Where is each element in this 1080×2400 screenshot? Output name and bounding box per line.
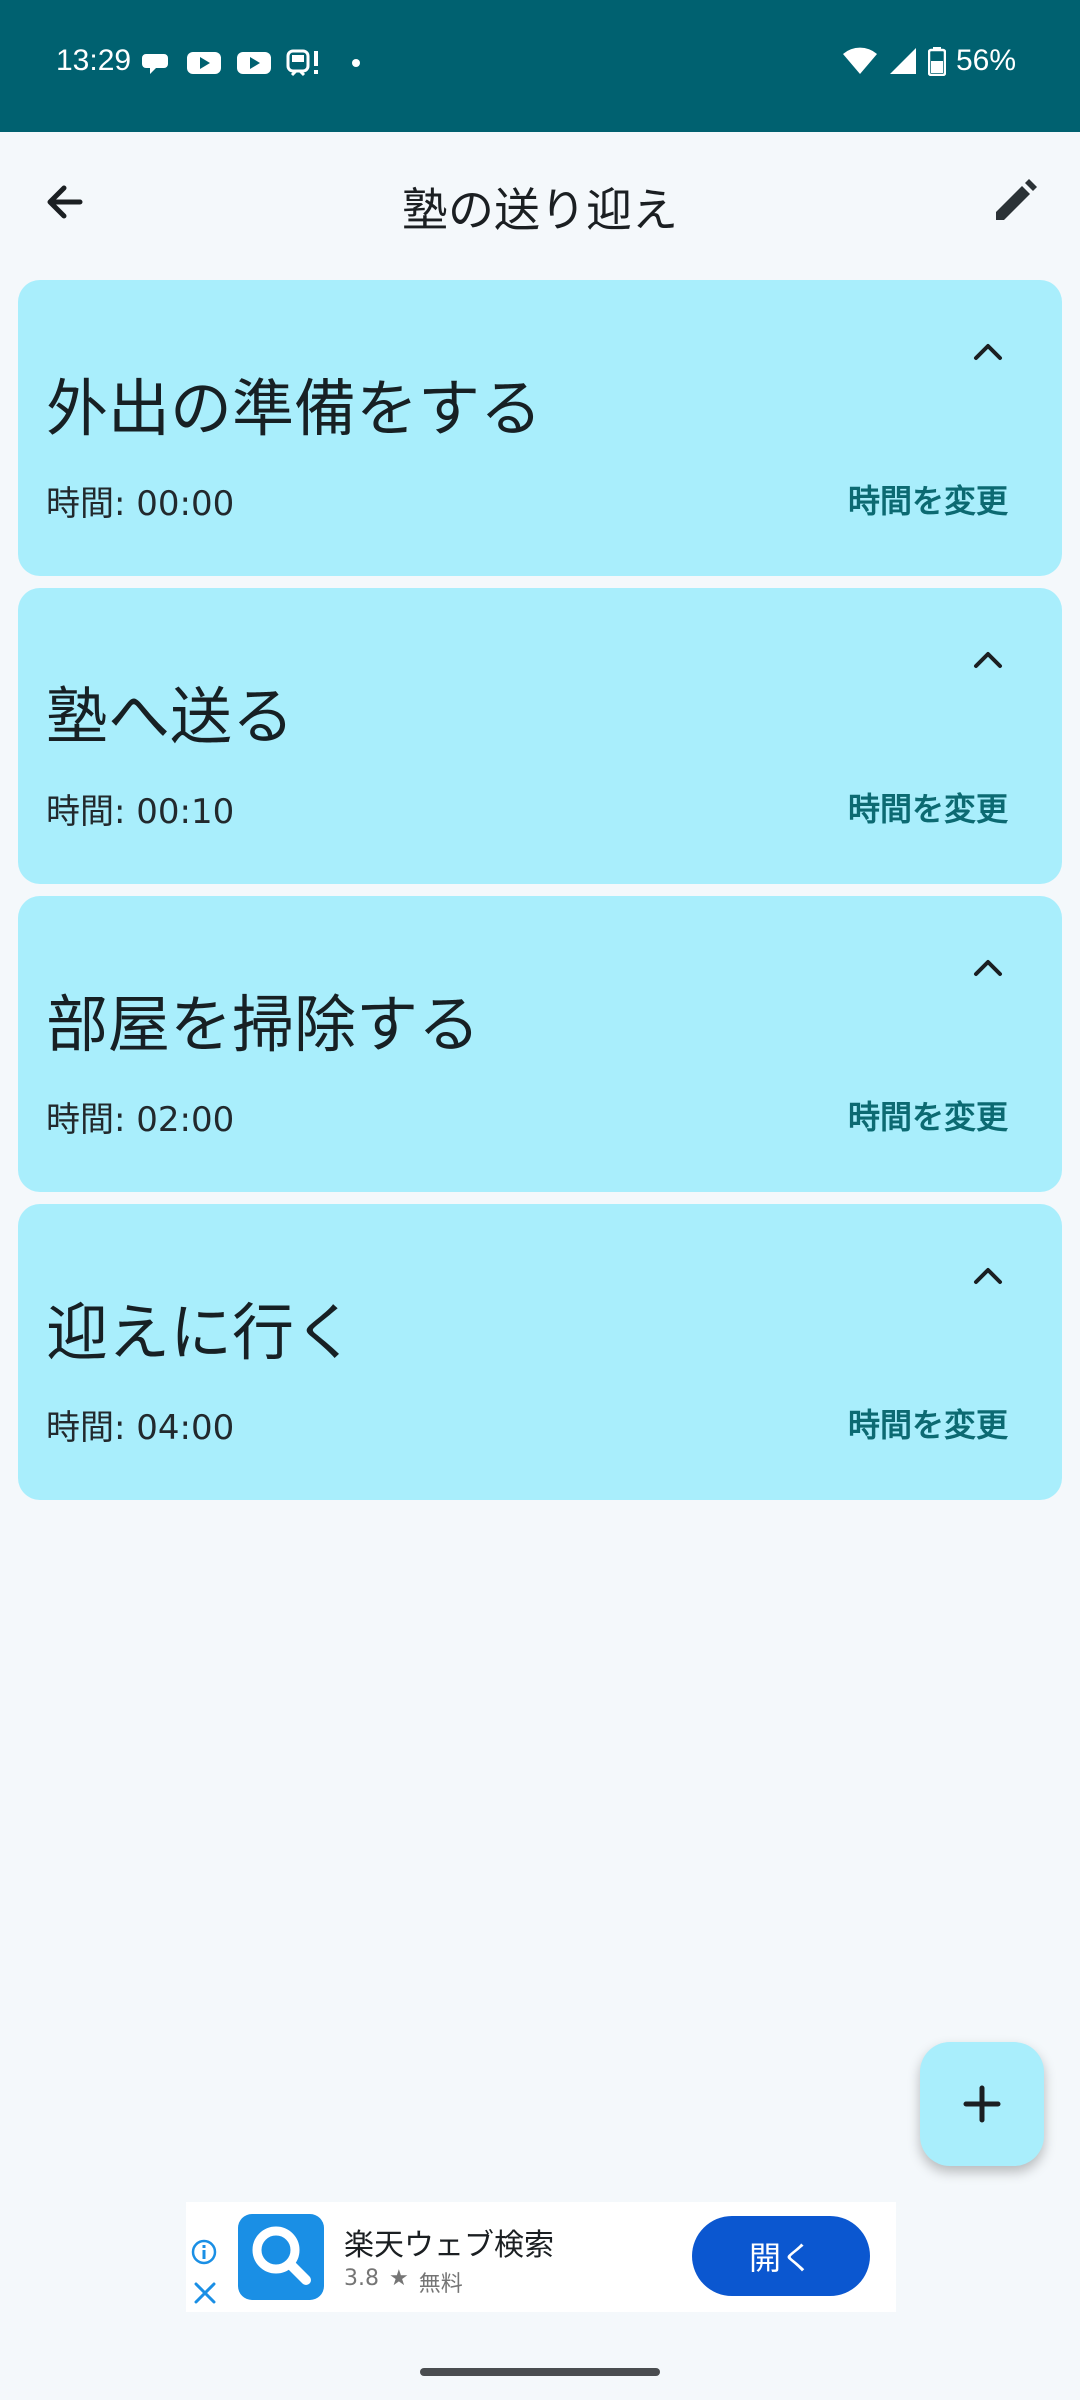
pencil-icon [996, 179, 1037, 220]
ad-price: 無料 [418, 2272, 463, 2297]
search-icon [252, 2226, 311, 2285]
chevron-up-icon[interactable] [964, 944, 1012, 992]
train-alert-icon [286, 49, 318, 77]
youtube-icon [237, 52, 271, 74]
ad-title: 楽天ウェブ検索 [344, 2228, 554, 2263]
task-title: 塾へ送る [46, 680, 295, 753]
battery-level: 56% [955, 44, 1016, 77]
home-indicator[interactable] [420, 2368, 660, 2376]
dot-icon [352, 59, 360, 67]
close-icon[interactable] [192, 2280, 218, 2306]
task-card[interactable]: 部屋を掃除する 時間: 02:00 時間を変更 [18, 896, 1062, 1192]
change-time-button[interactable]: 時間を変更 [848, 1400, 1008, 1446]
notification-icons [142, 48, 360, 78]
task-title: 迎えに行く [46, 1296, 357, 1369]
signal-icon [889, 48, 916, 74]
app-logo [238, 2214, 324, 2300]
chat-icon [142, 54, 168, 74]
task-time: 時間: 00:00 [46, 484, 235, 524]
ad-banner[interactable]: 楽天ウェブ検索 3.8 ★ 無料 開く [186, 2202, 896, 2312]
status-bar: 13:29 56% [0, 0, 1080, 132]
change-time-button[interactable]: 時間を変更 [848, 476, 1008, 522]
plus-icon [963, 2085, 1001, 2123]
page-title: 塾の送り迎え [402, 183, 678, 237]
open-button[interactable]: 開く [692, 2216, 870, 2296]
youtube-icon [187, 52, 221, 74]
task-card[interactable]: 外出の準備をする 時間: 00:00 時間を変更 [18, 280, 1062, 576]
change-time-button[interactable]: 時間を変更 [848, 1092, 1008, 1138]
wifi-icon [842, 47, 877, 74]
task-card[interactable]: 迎えに行く 時間: 04:00 時間を変更 [18, 1204, 1062, 1500]
app-bar: 塾の送り迎え [0, 132, 1080, 272]
chevron-up-icon[interactable] [964, 1252, 1012, 1300]
battery-icon [927, 47, 946, 76]
task-title: 部屋を掃除する [46, 988, 481, 1061]
chevron-up-icon[interactable] [964, 328, 1012, 376]
info-icon[interactable] [190, 2238, 218, 2266]
task-title: 外出の準備をする [46, 372, 543, 445]
system-icons: 56% [842, 44, 1016, 78]
chevron-up-icon[interactable] [964, 636, 1012, 684]
task-time: 時間: 02:00 [46, 1100, 235, 1140]
task-time: 時間: 00:10 [46, 792, 235, 832]
ad-rating: 3.8 [344, 2266, 379, 2291]
add-task-button[interactable] [920, 2042, 1044, 2166]
star-icon: ★ [389, 2266, 409, 2291]
task-time: 時間: 04:00 [46, 1408, 235, 1448]
status-time: 13:29 [56, 44, 132, 77]
change-time-button[interactable]: 時間を変更 [848, 784, 1008, 830]
task-card[interactable]: 塾へ送る 時間: 00:10 時間を変更 [18, 588, 1062, 884]
edit-button[interactable] [984, 172, 1044, 232]
ad-meta: 3.8 ★ 無料 [344, 2266, 463, 2298]
